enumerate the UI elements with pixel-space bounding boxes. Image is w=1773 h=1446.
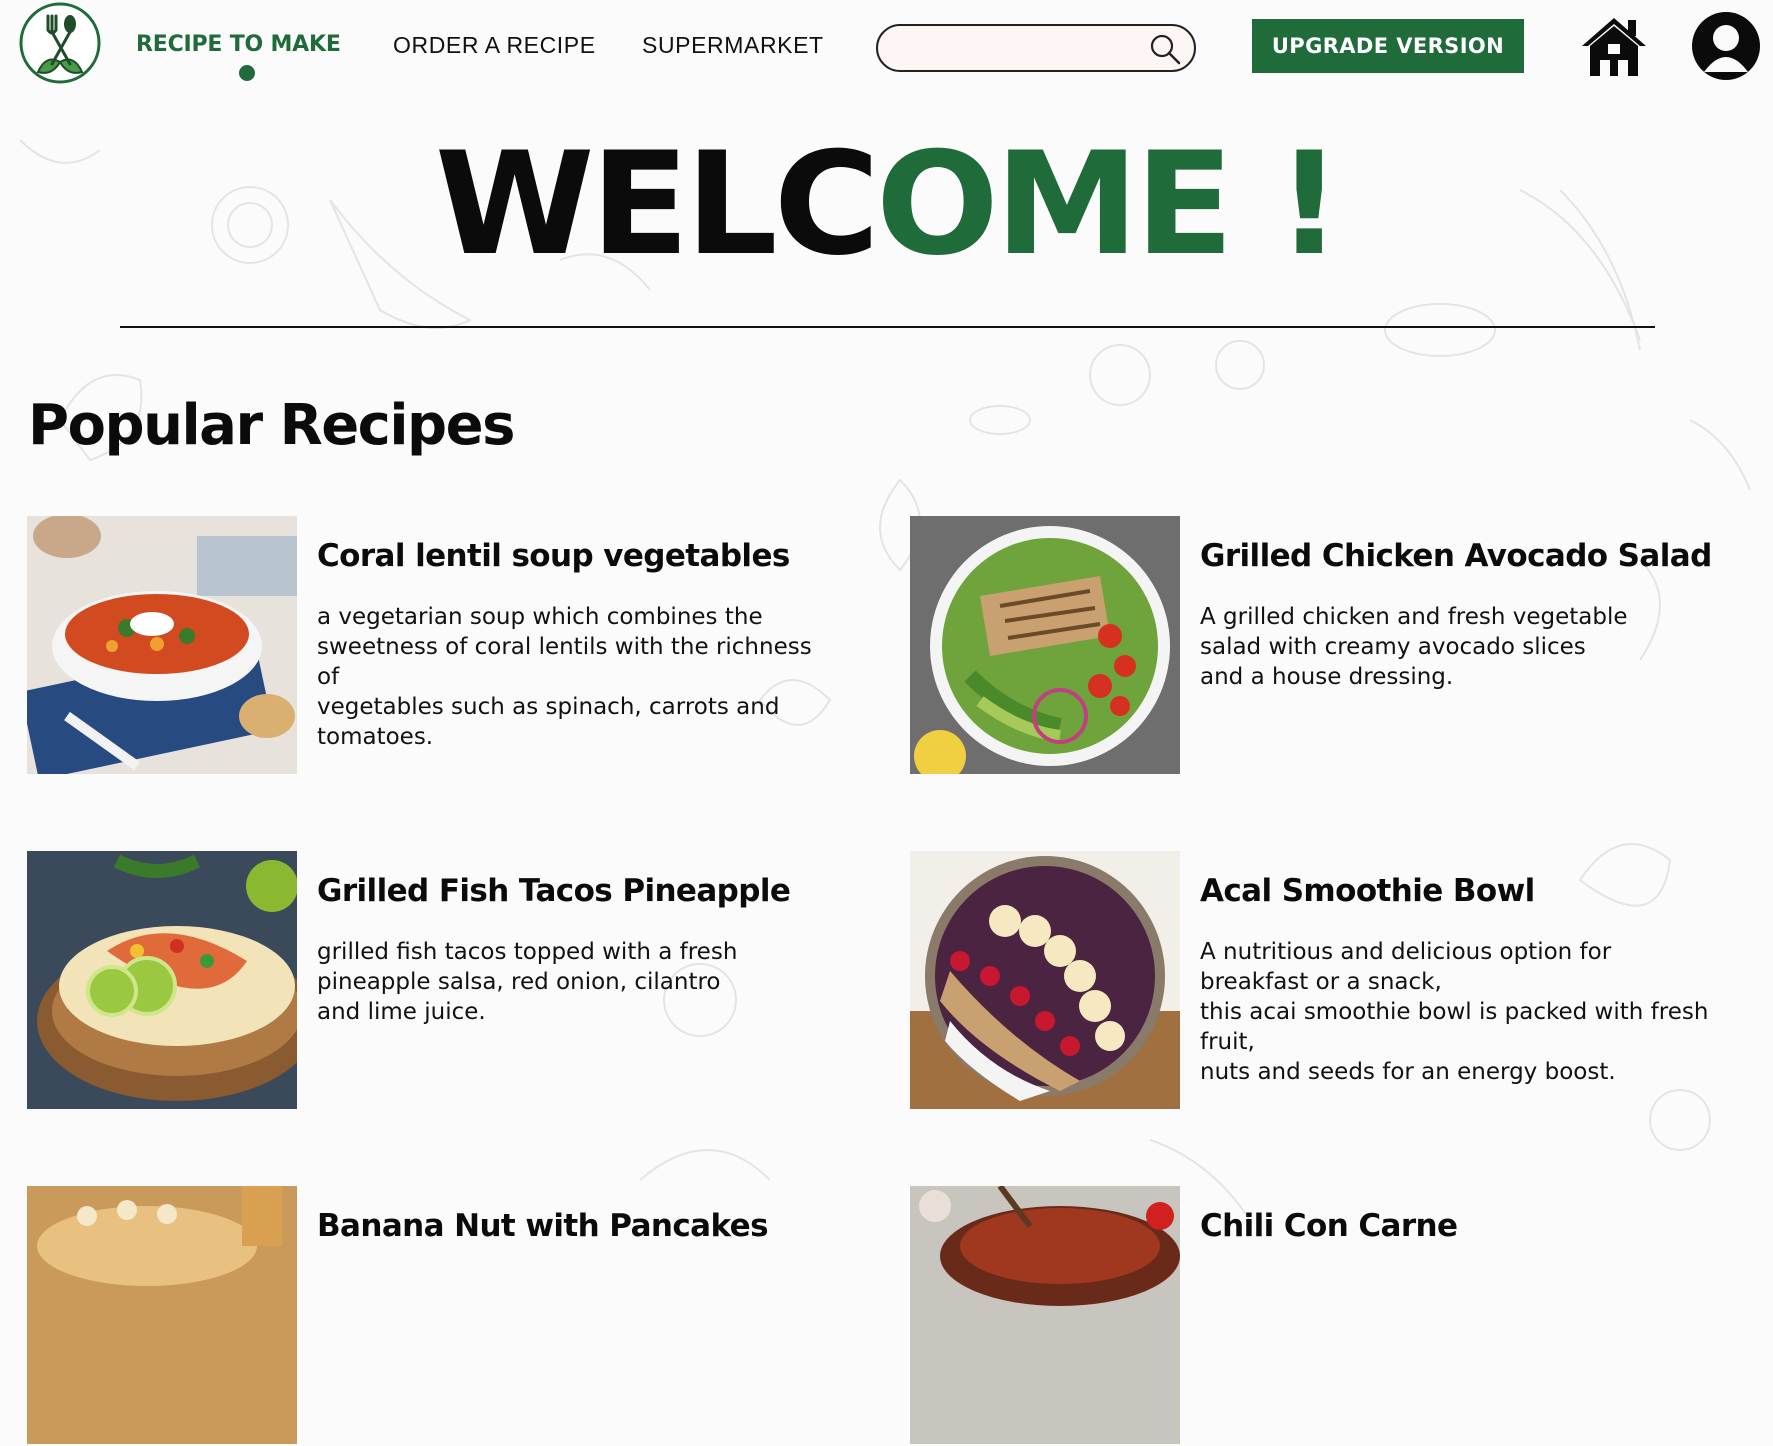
welcome-heading-green-part: OME ! — [875, 122, 1342, 287]
recipe-card-acai-bowl[interactable]: Acal Smoothie Bowl A nutritious and deli… — [910, 851, 1770, 1111]
search-bar — [876, 24, 1196, 72]
search-icon[interactable] — [1148, 32, 1182, 66]
recipe-description: a vegetarian soup which combines the swe… — [317, 604, 812, 750]
welcome-heading-black-part: WELC — [434, 122, 880, 287]
popular-recipes-heading: Popular Recipes — [28, 393, 515, 458]
nav-link-recipe-to-make[interactable]: RECIPE TO MAKE — [136, 32, 341, 57]
recipe-card-banana-pancakes[interactable]: Banana Nut with Pancakes — [27, 1186, 887, 1446]
active-nav-indicator — [239, 65, 255, 81]
recipe-title: Coral lentil soup vegetables — [317, 538, 790, 574]
nav-link-order-a-recipe[interactable]: ORDER A RECIPE — [393, 32, 596, 59]
lentil-soup-photo — [27, 516, 297, 774]
welcome-heading: WELCOME ! — [0, 130, 1773, 280]
recipe-title: Acal Smoothie Bowl — [1200, 873, 1535, 909]
home-icon[interactable] — [1578, 10, 1650, 82]
search-input[interactable] — [898, 34, 1152, 64]
recipe-title: Grilled Fish Tacos Pineapple — [317, 873, 791, 909]
recipe-card-chili-con-carne[interactable]: Chili Con Carne — [910, 1186, 1770, 1446]
recipe-card-lentil-soup[interactable]: Coral lentil soup vegetables a vegetaria… — [27, 516, 887, 776]
recipe-card-fish-tacos[interactable]: Grilled Fish Tacos Pineapple grilled fis… — [27, 851, 887, 1111]
chicken-salad-photo — [910, 516, 1180, 774]
nav-link-supermarket[interactable]: SUPERMARKET — [642, 32, 824, 59]
upgrade-version-button[interactable]: UPGRADE VERSION — [1252, 19, 1524, 73]
fish-tacos-photo — [27, 851, 297, 1109]
user-icon[interactable] — [1690, 10, 1762, 82]
recipe-description: grilled fish tacos topped with a fresh p… — [317, 939, 738, 1025]
recipe-card-chicken-salad[interactable]: Grilled Chicken Avocado Salad A grilled … — [910, 516, 1770, 776]
welcome-divider — [120, 326, 1655, 328]
fork-spoon-leaf-logo-icon — [19, 2, 101, 84]
acai-bowl-photo — [910, 851, 1180, 1109]
recipe-description: A nutritious and delicious option for br… — [1200, 939, 1709, 1085]
brand-logo[interactable] — [18, 2, 102, 84]
recipe-title: Banana Nut with Pancakes — [317, 1208, 769, 1244]
recipe-title: Chili Con Carne — [1200, 1208, 1458, 1244]
recipe-title: Grilled Chicken Avocado Salad — [1200, 538, 1712, 574]
recipe-description: A grilled chicken and fresh vegetable sa… — [1200, 604, 1628, 690]
pancakes-photo — [27, 1186, 297, 1444]
chili-photo — [910, 1186, 1180, 1444]
